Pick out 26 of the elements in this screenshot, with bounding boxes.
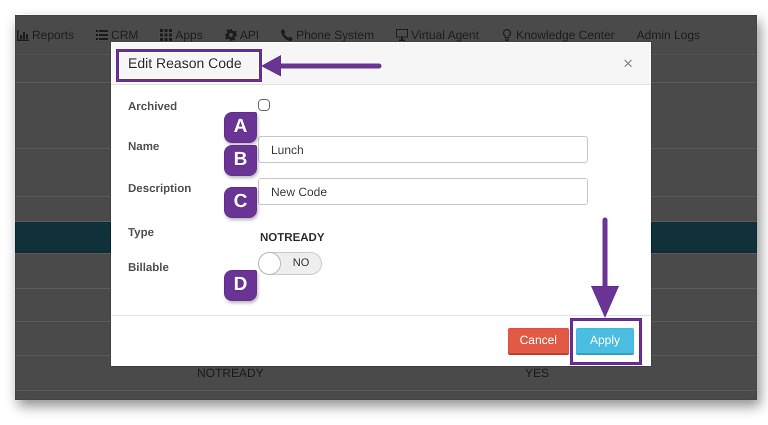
- type-value: NOTREADY: [259, 231, 325, 246]
- lightbulb-icon: [500, 28, 513, 40]
- input-field[interactable]: New Code: [258, 178, 588, 206]
- field-label: Type: [128, 227, 154, 240]
- close-button[interactable]: ×: [623, 54, 633, 72]
- phone-icon: [281, 28, 294, 40]
- field-label: Archived: [128, 101, 178, 113]
- field-label: Description: [128, 183, 192, 196]
- callout-badge: C: [224, 187, 257, 218]
- list-icon: [96, 28, 108, 40]
- settings-icon: [224, 28, 237, 40]
- archived-checkbox[interactable]: [258, 99, 270, 111]
- field-label: Name: [128, 141, 160, 154]
- billable-toggle[interactable]: NO: [258, 252, 322, 274]
- callout-badge: D: [224, 270, 257, 301]
- callout-badge: B: [224, 145, 257, 176]
- field-label: Billable: [128, 262, 169, 274]
- cancel-button[interactable]: Cancel: [508, 328, 569, 354]
- highlight-frame: [570, 318, 642, 365]
- input-field[interactable]: Lunch: [258, 136, 588, 164]
- callout-badge: A: [224, 112, 257, 143]
- bar-chart-icon: [17, 28, 29, 40]
- monitor-icon: [396, 28, 408, 40]
- modal-title: Edit Reason Code: [128, 54, 242, 72]
- apply-button[interactable]: Apply: [576, 328, 634, 354]
- grid-icon: [160, 28, 172, 40]
